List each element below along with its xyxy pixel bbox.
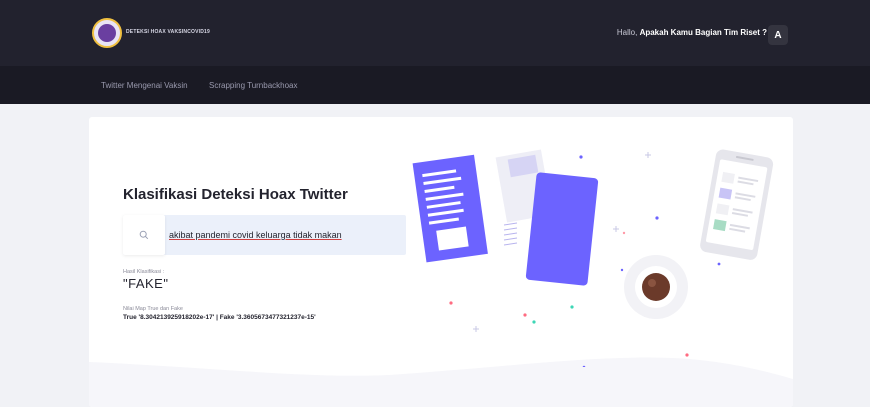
brand-title[interactable]: DETEKSI HOAX VAKSINCOVID19 [126,29,210,35]
user-greeting: Hallo, Apakah Kamu Bagian Tim Riset ? [617,28,767,37]
hero-illustration [412,149,774,367]
nav-twitter-vaksin[interactable]: Twitter Mengenai Vaksin [101,81,188,90]
nav-bar: Twitter Mengenai Vaksin Scrapping Turnba… [0,66,870,104]
nav-scrapping-turnbackhoax[interactable]: Scrapping Turnbackhoax [209,81,298,90]
search-form [123,215,406,255]
user-avatar[interactable]: A [768,25,788,45]
score-value: True '8.304213925918202e-17' | Fake '3.3… [123,314,316,321]
top-header: DETEKSI HOAX VAKSINCOVID19 Hallo, Apakah… [0,0,870,66]
search-icon [139,230,149,240]
search-input[interactable] [169,225,399,245]
search-button[interactable] [123,215,165,255]
result-label: Hasil Klasifikasi : [123,269,165,275]
main-card: Klasifikasi Deteksi Hoax Twitter Hasil K… [89,117,793,407]
result-value: "FAKE" [123,276,169,291]
greeting-name: Apakah Kamu Bagian Tim Riset ? [639,28,767,37]
greeting-prefix: Hallo, [616,28,638,37]
page-title: Klasifikasi Deteksi Hoax Twitter [123,186,348,203]
university-logo[interactable] [92,18,122,48]
score-label: Nilai Map True dan Fake [123,306,183,312]
